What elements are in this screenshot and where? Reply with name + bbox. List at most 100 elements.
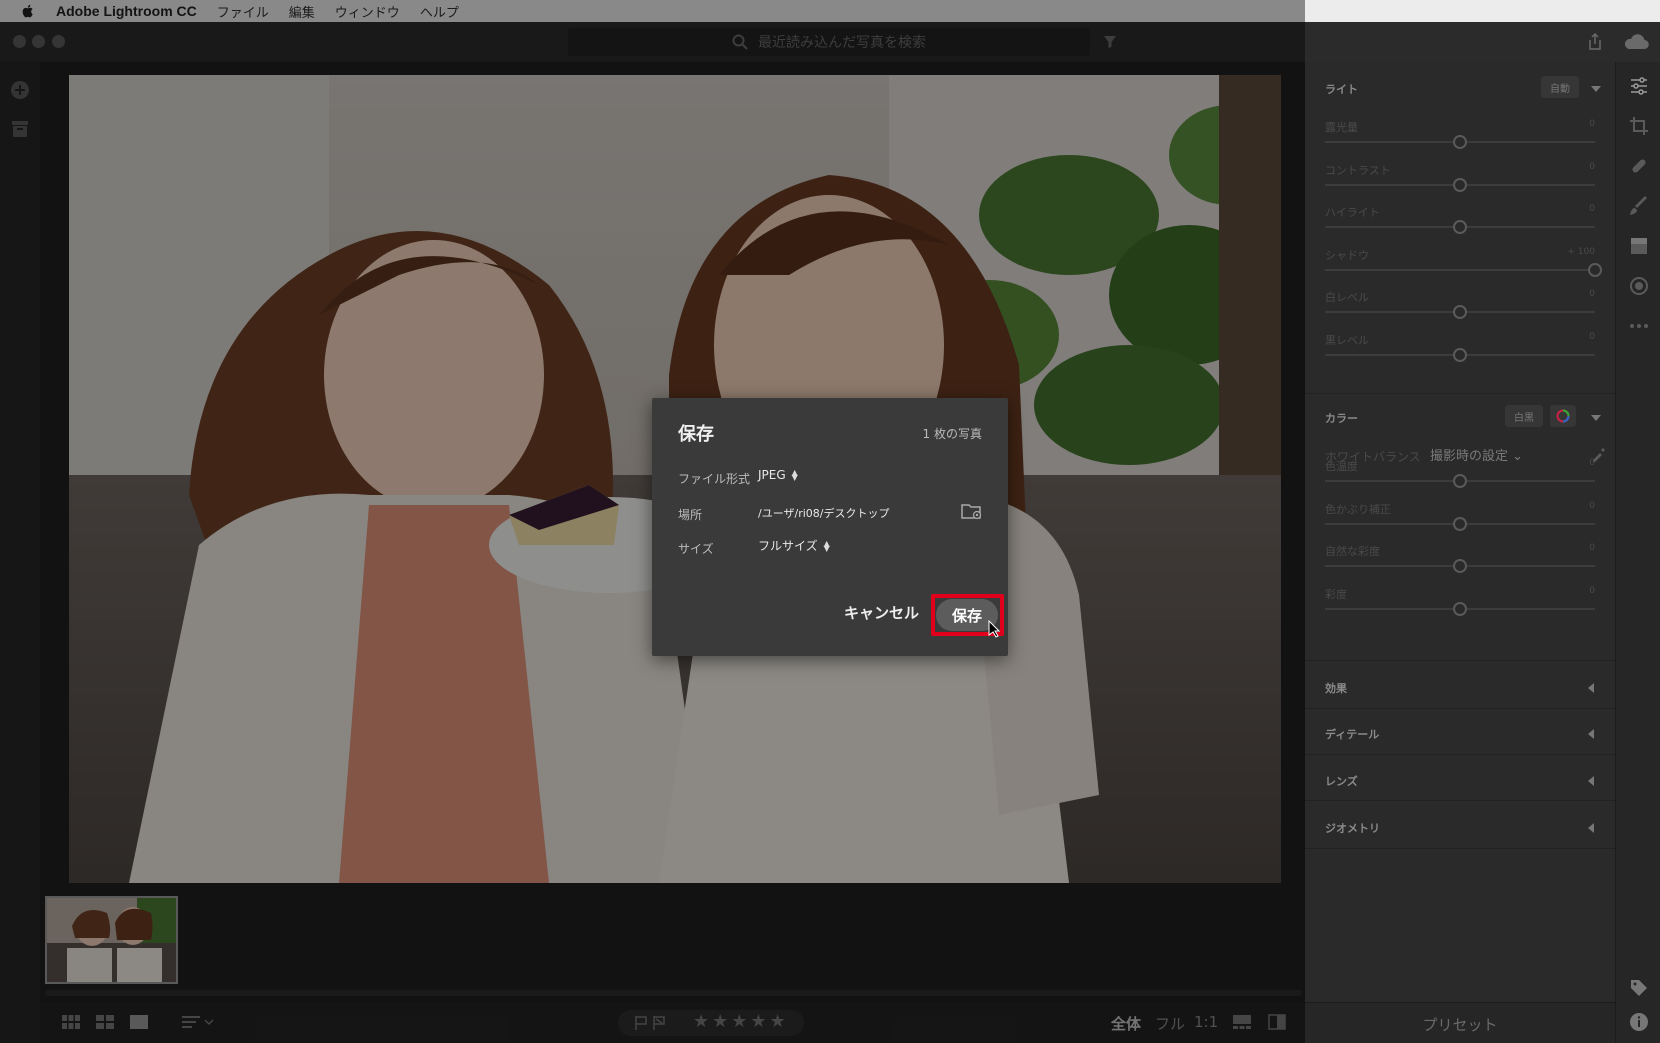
reject-flag-icon[interactable] xyxy=(652,1015,666,1031)
filmstrip-scrollbar[interactable] xyxy=(45,990,1302,996)
light-section-title[interactable]: ライト xyxy=(1325,81,1358,97)
choose-folder-icon[interactable] xyxy=(961,502,983,520)
star-rating[interactable]: ★★★★★ xyxy=(693,1011,789,1032)
add-photos-icon[interactable] xyxy=(10,80,30,100)
zoom-fit-button[interactable]: 全体 xyxy=(1111,1013,1141,1034)
dialog-title: 保存 xyxy=(678,424,714,445)
slider-knob[interactable] xyxy=(1453,474,1467,488)
slider-knob[interactable] xyxy=(1453,177,1467,192)
share-icon[interactable] xyxy=(1587,33,1603,51)
square-grid-view-icon[interactable] xyxy=(62,1014,80,1030)
location-value: /ユーザ/ri08/デスクトップ xyxy=(758,507,890,520)
file-format-select[interactable]: JPEG ▲ ▼ xyxy=(758,468,798,482)
search-icon xyxy=(732,34,748,50)
updown-chevron-icon: ▲ ▼ xyxy=(823,538,830,553)
menu-help[interactable]: ヘルプ xyxy=(420,2,459,21)
auto-button-label: 自動 xyxy=(1550,83,1570,95)
linear-gradient-icon[interactable] xyxy=(1629,236,1649,256)
brush-icon[interactable] xyxy=(1629,196,1649,216)
pick-flag-icon[interactable] xyxy=(634,1015,648,1031)
info-icon[interactable] xyxy=(1629,1012,1649,1032)
slider-label: 白レベル xyxy=(1325,291,1369,304)
slider-value[interactable]: 0 xyxy=(1589,289,1595,299)
slider-knob[interactable] xyxy=(1453,220,1467,234)
library-icon[interactable] xyxy=(10,120,30,138)
geometry-expand-chevron-icon[interactable] xyxy=(1588,823,1594,833)
window-close-button[interactable] xyxy=(13,35,26,48)
window-minimize-button[interactable] xyxy=(32,35,45,48)
sort-icon[interactable] xyxy=(182,1014,214,1030)
slider-knob[interactable] xyxy=(1453,347,1467,362)
slider-knob[interactable] xyxy=(1453,559,1467,573)
presets-label: プリセット xyxy=(1422,1016,1498,1034)
menu-edit[interactable]: 編集 xyxy=(289,2,315,21)
menu-window[interactable]: ウィンドウ xyxy=(335,2,400,21)
slider-knob[interactable] xyxy=(1588,262,1602,277)
slider-value[interactable]: 0 xyxy=(1589,543,1595,553)
bw-button-label: 白黒 xyxy=(1514,412,1534,424)
section-divider xyxy=(1305,708,1615,709)
size-value: フルサイズ xyxy=(758,539,818,553)
slider-row: 露光量 0 xyxy=(1325,119,1595,159)
slider-knob[interactable] xyxy=(1453,135,1467,149)
zoom-1to1-button[interactable]: 1:1 xyxy=(1194,1013,1218,1031)
section-divider xyxy=(1305,800,1615,801)
slider-value[interactable]: 0 xyxy=(1589,458,1595,468)
lens-expand-chevron-icon[interactable] xyxy=(1588,776,1594,786)
light-collapse-chevron-icon[interactable] xyxy=(1591,86,1601,92)
photo-grid-view-icon[interactable] xyxy=(96,1014,114,1030)
edit-tool-rail xyxy=(1615,62,1660,1043)
section-divider xyxy=(1305,754,1615,755)
more-options-icon[interactable] xyxy=(1629,316,1649,336)
detail-section-title[interactable]: ディテール xyxy=(1325,726,1379,742)
slider-value[interactable]: 0 xyxy=(1589,162,1595,172)
filter-icon[interactable] xyxy=(1103,35,1117,49)
auto-button[interactable]: 自動 xyxy=(1541,76,1579,98)
menu-file[interactable]: ファイル xyxy=(217,2,269,21)
search-field[interactable]: 最近読み込んだ写真を検索 xyxy=(568,28,1090,56)
section-divider xyxy=(1305,848,1615,849)
slider-value[interactable]: 0 xyxy=(1589,332,1595,342)
zoom-fill-button[interactable]: フル xyxy=(1155,1013,1185,1034)
app-title-bar: 最近読み込んだ写真を検索 xyxy=(0,22,1660,62)
healing-brush-icon[interactable] xyxy=(1629,156,1649,176)
slider-knob[interactable] xyxy=(1453,516,1467,531)
filmstrip-toggle-icon[interactable] xyxy=(1232,1014,1252,1030)
slider-value[interactable]: 0 xyxy=(1589,119,1595,129)
rating-flag-bar: ★★★★★ xyxy=(618,1010,804,1036)
radial-gradient-icon[interactable] xyxy=(1629,276,1649,296)
edit-sliders-icon[interactable] xyxy=(1629,76,1649,96)
crop-icon[interactable] xyxy=(1629,116,1649,136)
slider-value[interactable]: + 100 xyxy=(1567,247,1595,257)
location-path: /ユーザ/ri08/デスクトップ xyxy=(758,505,889,521)
slider-value[interactable]: 0 xyxy=(1589,204,1595,214)
slider-knob[interactable] xyxy=(1453,305,1467,319)
effects-expand-chevron-icon[interactable] xyxy=(1588,683,1594,693)
save-dialog: 保存 1 枚の写真 ファイル形式 JPEG ▲ ▼ 場所 /ユーザ/ri08/デス… xyxy=(652,398,1008,656)
color-mixer-button[interactable] xyxy=(1550,405,1576,427)
slider-row: 彩度 0 xyxy=(1325,586,1595,626)
updown-chevron-icon: ▲ ▼ xyxy=(791,468,798,482)
apple-menu-icon[interactable] xyxy=(20,3,36,19)
filmstrip-thumbnail[interactable] xyxy=(45,896,178,984)
effects-section-title[interactable]: 効果 xyxy=(1325,680,1347,696)
slider-track[interactable] xyxy=(1325,268,1595,271)
cloud-icon[interactable] xyxy=(1623,34,1649,50)
window-zoom-button[interactable] xyxy=(52,35,65,48)
geometry-section-title[interactable]: ジオメトリ xyxy=(1325,820,1380,836)
app-name-menu[interactable]: Adobe Lightroom CC xyxy=(56,3,197,19)
presets-button[interactable]: プリセット xyxy=(1305,1002,1615,1043)
slider-knob[interactable] xyxy=(1453,601,1467,616)
detail-view-icon[interactable] xyxy=(130,1014,148,1030)
cancel-button[interactable]: キャンセル xyxy=(844,602,919,623)
bw-button[interactable]: 白黒 xyxy=(1505,405,1543,427)
color-section-title[interactable]: カラー xyxy=(1325,410,1358,426)
size-select[interactable]: フルサイズ ▲ ▼ xyxy=(758,537,830,554)
compare-view-icon[interactable] xyxy=(1268,1014,1286,1030)
color-collapse-chevron-icon[interactable] xyxy=(1591,415,1601,421)
slider-value[interactable]: 0 xyxy=(1589,586,1595,596)
slider-value[interactable]: 0 xyxy=(1589,501,1595,511)
detail-expand-chevron-icon[interactable] xyxy=(1588,729,1594,739)
lens-section-title[interactable]: レンズ xyxy=(1325,773,1358,789)
keyword-tag-icon[interactable] xyxy=(1629,978,1649,998)
